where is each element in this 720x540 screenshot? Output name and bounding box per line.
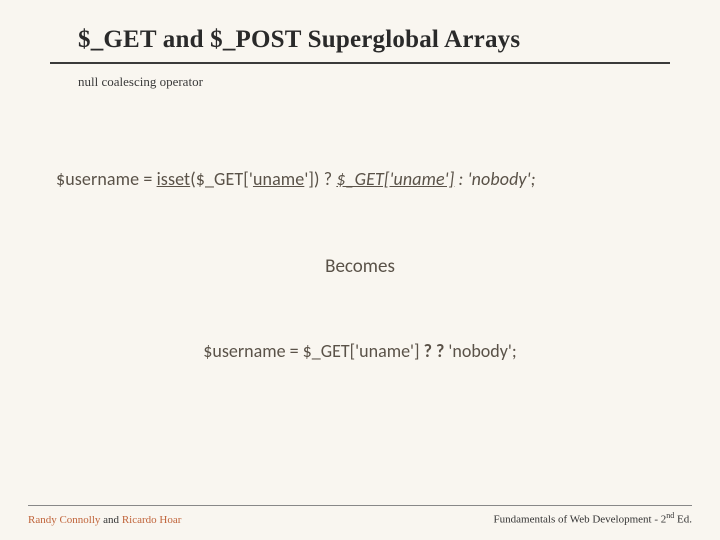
- code-keyword-isset: isset: [157, 168, 191, 190]
- slide: $_GET and $_POST Superglobal Arrays null…: [0, 0, 720, 540]
- footer-authors: Randy Connolly and Ricardo Hoar: [28, 514, 181, 526]
- code-example-ternary: $username = isset($_GET['uname']) ? $_GE…: [56, 168, 670, 190]
- code-text: ']: [410, 340, 424, 362]
- title-underline: [50, 62, 670, 64]
- becomes-label: Becomes: [50, 255, 670, 278]
- code-key-uname: uname: [359, 340, 410, 362]
- code-italic-get: $_GET['uname']: [336, 168, 454, 190]
- footer-book-title: Fundamentals of Web Development - 2nd Ed…: [494, 511, 692, 526]
- code-text: ']) ?: [304, 168, 336, 190]
- slide-title: $_GET and $_POST Superglobal Arrays: [78, 26, 670, 54]
- code-example-coalesce: $username = $_GET['uname'] ? ? 'nobody';: [50, 340, 670, 362]
- footer-row: Randy Connolly and Ricardo Hoar Fundamen…: [28, 511, 692, 526]
- footer-rule: [28, 505, 692, 506]
- code-text: : 'nobody';: [454, 168, 535, 190]
- footer-book-text-1: Fundamentals of Web Development - 2: [494, 514, 667, 526]
- code-text: $username =: [56, 168, 157, 190]
- code-text: 'nobody';: [444, 340, 516, 362]
- footer-and: and: [100, 514, 121, 526]
- slide-footer: Randy Connolly and Ricardo Hoar Fundamen…: [28, 505, 692, 526]
- code-text: ($_GET[': [190, 168, 253, 190]
- code-key-uname: uname: [253, 168, 304, 190]
- footer-book-text-2: Ed.: [674, 514, 692, 526]
- slide-subtitle: null coalescing operator: [78, 74, 670, 90]
- code-operator-coalesce: ? ?: [424, 340, 445, 362]
- author-name-1: Randy Connolly: [28, 514, 100, 526]
- author-name-2: Ricardo Hoar: [122, 514, 182, 526]
- code-text: $username = $_GET[': [203, 340, 359, 362]
